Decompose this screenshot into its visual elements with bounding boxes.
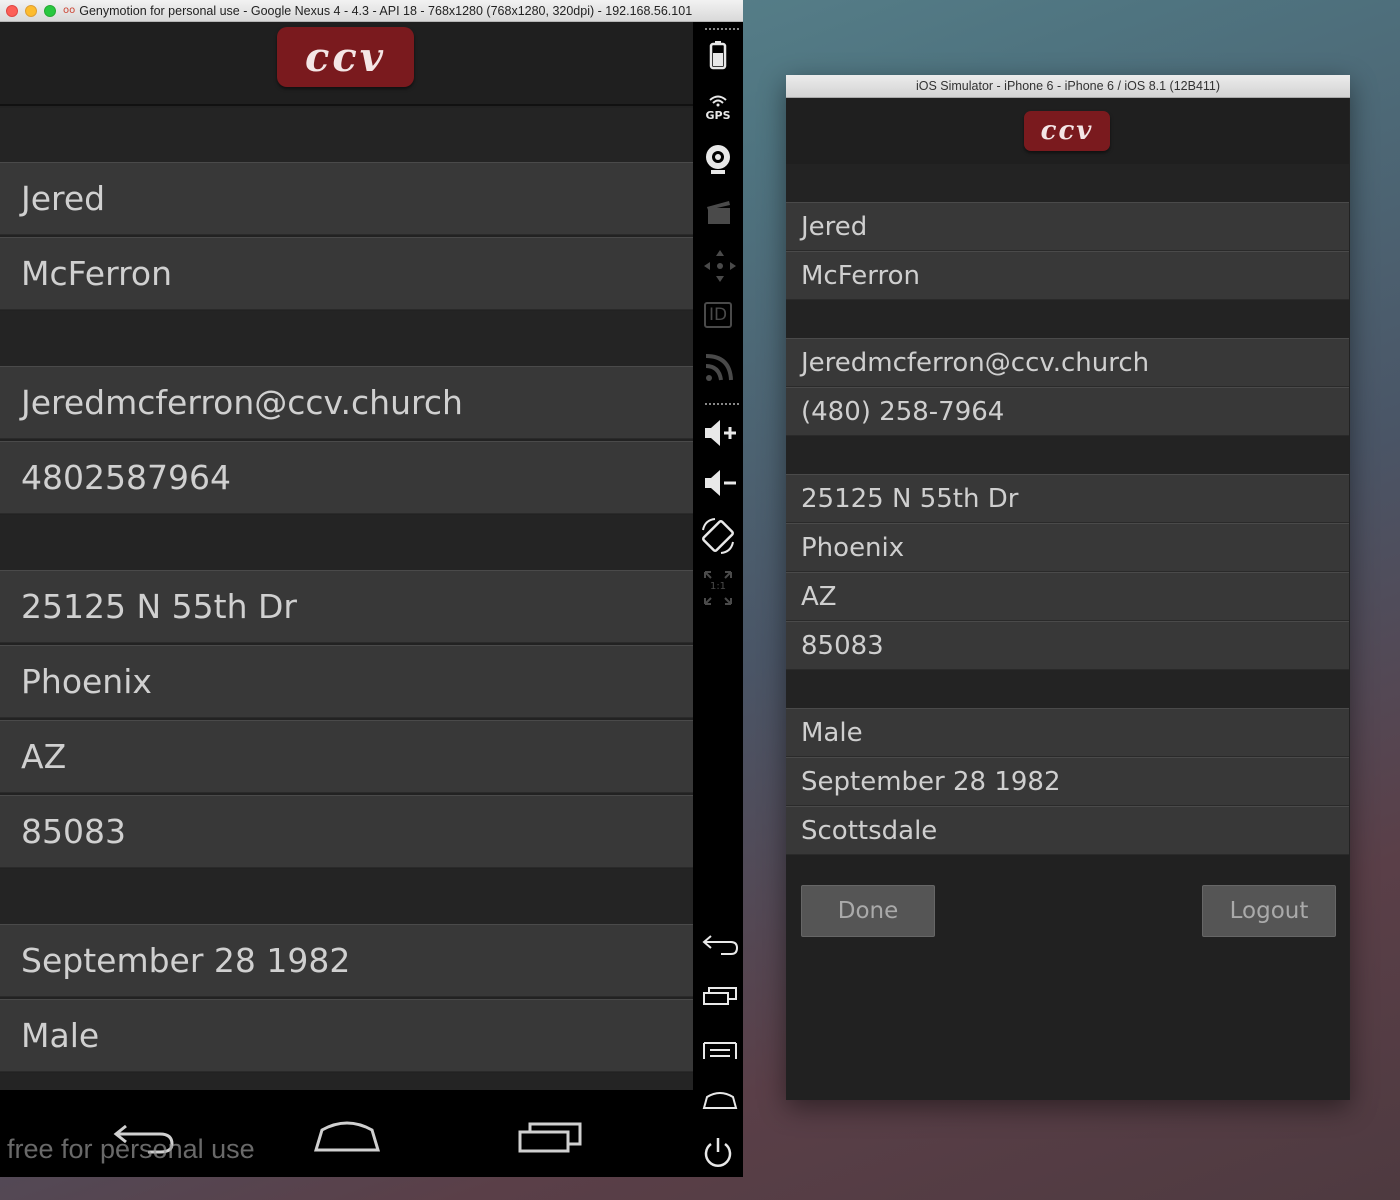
state-field[interactable]: AZ bbox=[0, 720, 693, 793]
minimize-window-button[interactable] bbox=[25, 4, 37, 17]
volume-up-icon[interactable] bbox=[693, 418, 743, 448]
zoom-window-button[interactable] bbox=[44, 4, 56, 17]
app-header: ccv bbox=[786, 98, 1349, 164]
screencast-icon[interactable] bbox=[693, 198, 743, 228]
phone-field[interactable]: (480) 258-7964 bbox=[786, 387, 1349, 436]
genymotion-toolbar: GPS ID 1:1 bbox=[693, 22, 743, 1177]
app-header: ccv bbox=[0, 22, 693, 106]
done-button[interactable]: Done bbox=[801, 885, 935, 937]
campus-field[interactable]: Scottsdale bbox=[786, 806, 1349, 855]
ios-screen: ccv Jered McFerron Jeredmcferron@ccv.chu… bbox=[786, 98, 1349, 1100]
section-spacer bbox=[0, 1073, 693, 1090]
id-label: ID bbox=[703, 302, 733, 328]
section-spacer bbox=[786, 670, 1349, 708]
city-field[interactable]: Phoenix bbox=[786, 523, 1349, 572]
first-name-field[interactable]: Jered bbox=[0, 162, 693, 235]
street-field[interactable]: 25125 N 55th Dr bbox=[0, 570, 693, 643]
recent-apps-icon[interactable] bbox=[518, 1120, 584, 1154]
window-title: Genymotion for personal use - Google Nex… bbox=[79, 3, 693, 18]
menu-icon[interactable] bbox=[693, 1038, 743, 1062]
rotate-icon[interactable] bbox=[693, 518, 743, 554]
birthdate-field[interactable]: September 28 1982 bbox=[0, 924, 693, 997]
gender-field[interactable]: Male bbox=[786, 708, 1349, 757]
webcam-icon[interactable] bbox=[693, 142, 743, 176]
street-field[interactable]: 25125 N 55th Dr bbox=[786, 474, 1349, 523]
phone-field[interactable]: 4802587964 bbox=[0, 441, 693, 514]
email-field[interactable]: Jeredmcferron@ccv.church bbox=[0, 366, 693, 439]
last-name-field[interactable]: McFerron bbox=[786, 251, 1349, 300]
gps-label: GPS bbox=[705, 109, 731, 122]
recent-apps-icon[interactable] bbox=[693, 984, 743, 1008]
genymotion-window: oo Genymotion for personal use - Google … bbox=[0, 0, 743, 1177]
home-icon[interactable] bbox=[693, 1088, 743, 1112]
section-spacer bbox=[786, 300, 1349, 338]
power-icon[interactable] bbox=[693, 1136, 743, 1172]
gender-field[interactable]: Male bbox=[0, 999, 693, 1072]
home-icon[interactable] bbox=[313, 1116, 381, 1154]
toolbar-grip bbox=[705, 28, 739, 31]
back-icon[interactable] bbox=[693, 932, 743, 958]
gps-icon[interactable]: GPS bbox=[693, 92, 743, 121]
section-spacer bbox=[0, 108, 693, 162]
android-screen: ccv Jered McFerron Jeredmcferron@ccv.chu… bbox=[0, 22, 693, 1090]
section-spacer bbox=[0, 515, 693, 570]
section-spacer bbox=[0, 311, 693, 366]
watermark: free for personal use bbox=[7, 1134, 255, 1164]
network-icon[interactable] bbox=[693, 352, 743, 382]
scale-icon[interactable]: 1:1 bbox=[693, 570, 743, 606]
email-field[interactable]: Jeredmcferron@ccv.church bbox=[786, 338, 1349, 387]
genymotion-titlebar: oo Genymotion for personal use - Google … bbox=[0, 0, 743, 22]
last-name-field[interactable]: McFerron bbox=[0, 237, 693, 310]
zip-field[interactable]: 85083 bbox=[786, 621, 1349, 670]
section-spacer bbox=[786, 436, 1349, 474]
logout-button[interactable]: Logout bbox=[1202, 885, 1336, 937]
genymotion-app-icon: oo bbox=[63, 5, 76, 16]
move-icon[interactable] bbox=[693, 248, 743, 284]
ios-simulator-window: iOS Simulator - iPhone 6 - iPhone 6 / iO… bbox=[786, 75, 1350, 1100]
scale-label: 1:1 bbox=[709, 581, 727, 592]
ccv-logo: ccv bbox=[1024, 111, 1110, 151]
ios-window-title: iOS Simulator - iPhone 6 - iPhone 6 / iO… bbox=[786, 75, 1350, 98]
city-field[interactable]: Phoenix bbox=[0, 645, 693, 718]
close-window-button[interactable] bbox=[6, 4, 18, 17]
section-spacer bbox=[786, 164, 1349, 202]
state-field[interactable]: AZ bbox=[786, 572, 1349, 621]
birthdate-field[interactable]: September 28 1982 bbox=[786, 757, 1349, 806]
section-spacer bbox=[0, 869, 693, 924]
battery-icon[interactable] bbox=[693, 40, 743, 72]
toolbar-divider bbox=[705, 403, 739, 406]
id-icon[interactable]: ID bbox=[693, 302, 743, 328]
volume-down-icon[interactable] bbox=[693, 468, 743, 498]
first-name-field[interactable]: Jered bbox=[786, 202, 1349, 251]
zip-field[interactable]: 85083 bbox=[0, 795, 693, 868]
wifi-signal-icon bbox=[709, 95, 727, 107]
ccv-logo: ccv bbox=[277, 27, 414, 87]
